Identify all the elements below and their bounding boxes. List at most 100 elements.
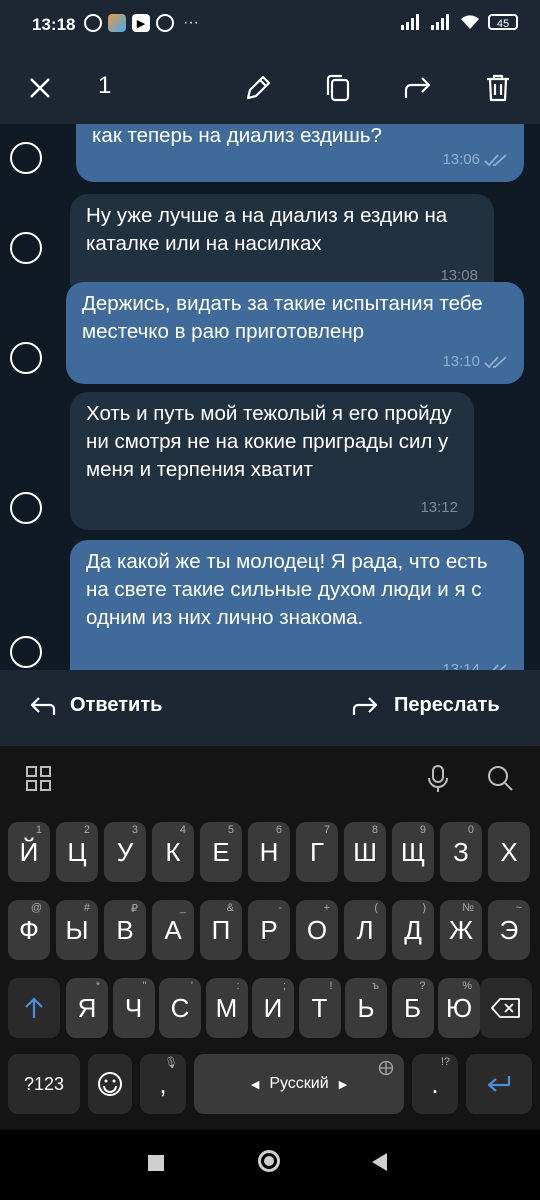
key-9[interactable]: % ю bbox=[438, 978, 480, 1038]
globe-icon bbox=[378, 1060, 394, 1076]
key-3[interactable]: ₽ в bbox=[104, 900, 146, 960]
key-hint: 5 bbox=[227, 824, 234, 836]
key-hint: & bbox=[226, 902, 234, 914]
select-radio[interactable] bbox=[10, 492, 42, 524]
forward-label: Переслать bbox=[394, 694, 500, 716]
forward-icon bbox=[404, 77, 431, 98]
search-icon[interactable] bbox=[486, 764, 514, 792]
key-5[interactable]: & п bbox=[200, 900, 242, 960]
key-8[interactable]: (л bbox=[344, 900, 386, 960]
key-label: ф bbox=[19, 914, 39, 945]
apps-grid-icon[interactable] bbox=[26, 766, 52, 792]
space-key[interactable]: ◀ Русский ▶ bbox=[194, 1054, 404, 1114]
key-5[interactable]: 5е bbox=[200, 822, 242, 882]
key-hint: + bbox=[323, 902, 330, 914]
key-7[interactable]: ъь bbox=[345, 978, 387, 1038]
microphone-icon[interactable] bbox=[426, 764, 450, 794]
key-10[interactable]: № ж bbox=[440, 900, 482, 960]
key-11[interactable]: х bbox=[488, 822, 530, 882]
key-2[interactable]: " ч bbox=[112, 978, 155, 1038]
key-9[interactable]: ) д bbox=[392, 900, 434, 960]
key-1[interactable]: @ ф bbox=[8, 900, 50, 960]
key-4[interactable]: 4к bbox=[152, 822, 194, 882]
key-7[interactable]: + о bbox=[296, 900, 338, 960]
message-bubble[interactable]: как теперь на диализ ездишь? 13:06 bbox=[76, 124, 524, 182]
key-hint: № bbox=[462, 902, 474, 914]
backspace-key[interactable] bbox=[480, 978, 532, 1038]
message-actions-bar: Ответить Переслать bbox=[0, 670, 540, 746]
shift-key[interactable] bbox=[8, 978, 60, 1038]
select-radio[interactable] bbox=[10, 232, 42, 264]
comma-key[interactable]: 🎙 , bbox=[140, 1054, 186, 1114]
key-label: д bbox=[404, 914, 422, 945]
key-2[interactable]: 2ц bbox=[56, 822, 98, 882]
key-8[interactable]: ? б bbox=[391, 978, 434, 1038]
key-1[interactable]: 1й bbox=[8, 822, 50, 882]
message-bubble[interactable]: Да какой же ты молодец! Я рада, что есть… bbox=[70, 540, 524, 670]
backspace-icon bbox=[491, 998, 520, 1018]
key-6[interactable]: ! т bbox=[298, 978, 341, 1038]
key-2[interactable]: # ы bbox=[56, 900, 98, 960]
key-4[interactable]: _ а bbox=[152, 900, 194, 960]
key-label: ь bbox=[357, 992, 375, 1023]
home-button[interactable] bbox=[258, 1150, 280, 1172]
recents-button[interactable] bbox=[148, 1155, 164, 1171]
copy-button[interactable] bbox=[316, 66, 360, 110]
key-label: т bbox=[311, 992, 328, 1023]
forward-action-button[interactable]: Переслать bbox=[352, 694, 500, 717]
key-7[interactable]: 7г bbox=[296, 822, 338, 882]
reply-button[interactable]: Ответить bbox=[28, 694, 162, 717]
key-4[interactable]: :м bbox=[205, 978, 248, 1038]
key-hint: - bbox=[278, 902, 282, 914]
select-radio[interactable] bbox=[10, 142, 42, 174]
close-selection-button[interactable] bbox=[18, 66, 62, 110]
key-label: в bbox=[116, 914, 134, 945]
key-5[interactable]: ; и bbox=[252, 978, 294, 1038]
key-label: ц bbox=[67, 836, 87, 867]
message-bubble[interactable]: Держись, видать за такие испытания тебе … bbox=[66, 282, 524, 384]
key-9[interactable]: 9щ bbox=[392, 822, 434, 882]
key-label: ж bbox=[448, 914, 473, 945]
back-button[interactable] bbox=[370, 1152, 388, 1172]
enter-key[interactable] bbox=[466, 1054, 532, 1114]
forward-button[interactable] bbox=[396, 66, 440, 110]
key-6[interactable]: -р bbox=[248, 900, 290, 960]
key-3[interactable]: 3у bbox=[104, 822, 146, 882]
key-hint: 7 bbox=[323, 824, 330, 836]
reply-icon bbox=[30, 696, 56, 715]
key-label: ю bbox=[445, 992, 473, 1023]
key-11[interactable]: ~ э bbox=[488, 900, 530, 960]
key-label: ч bbox=[124, 992, 143, 1023]
key-hint: ~ bbox=[515, 902, 522, 914]
key-hint: " bbox=[142, 980, 147, 992]
key-label: б bbox=[403, 992, 422, 1023]
key-label: ш bbox=[353, 836, 377, 867]
battery-icon: 45 bbox=[488, 14, 518, 30]
enter-icon bbox=[487, 1076, 511, 1092]
emoji-key[interactable] bbox=[88, 1054, 132, 1114]
key-hint: 4 bbox=[179, 824, 186, 836]
key-10[interactable]: 0з bbox=[440, 822, 482, 882]
select-radio[interactable] bbox=[10, 342, 42, 374]
key-hint: 1 bbox=[35, 824, 42, 836]
symbols-key[interactable]: ?123 bbox=[8, 1054, 80, 1114]
delete-button[interactable] bbox=[476, 66, 520, 110]
edit-button[interactable] bbox=[236, 66, 280, 110]
close-icon bbox=[30, 78, 50, 98]
key-hint: @ bbox=[30, 902, 42, 914]
key-hint: * bbox=[95, 980, 100, 992]
mic-hint: 🎙 bbox=[164, 1057, 178, 1069]
key-label: е bbox=[212, 836, 230, 867]
message-time: 13:12 bbox=[420, 499, 458, 516]
key-8[interactable]: 8ш bbox=[344, 822, 386, 882]
key-6[interactable]: 6н bbox=[248, 822, 290, 882]
message-bubble[interactable]: Хоть и путь мой тежолый я его пройду ни … bbox=[70, 392, 474, 530]
key-1[interactable]: * я bbox=[66, 978, 108, 1038]
key-label: и bbox=[263, 992, 283, 1023]
key-3[interactable]: ' с bbox=[159, 978, 201, 1038]
youtube-icon: ▶ bbox=[132, 14, 150, 32]
select-radio[interactable] bbox=[10, 636, 42, 668]
key-hint: ' bbox=[190, 980, 193, 992]
period-key[interactable]: !? . bbox=[412, 1054, 458, 1114]
trash-icon bbox=[487, 74, 509, 102]
